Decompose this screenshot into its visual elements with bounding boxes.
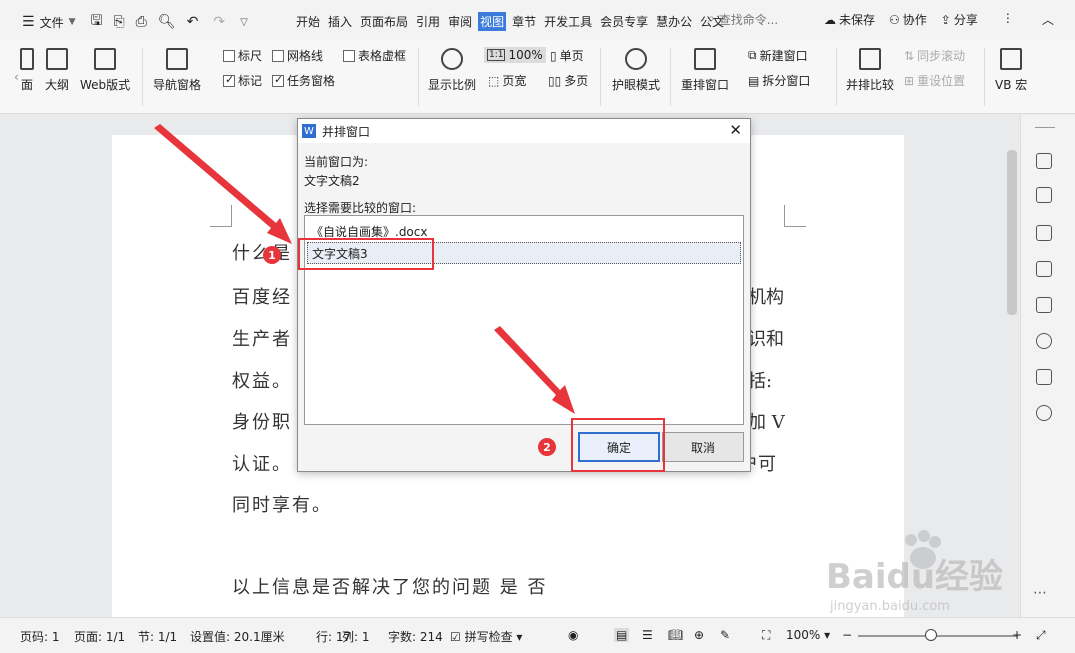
annotation-arrows (154, 124, 575, 414)
arrow-to-ok (494, 326, 575, 414)
arrow-to-item (154, 124, 292, 244)
